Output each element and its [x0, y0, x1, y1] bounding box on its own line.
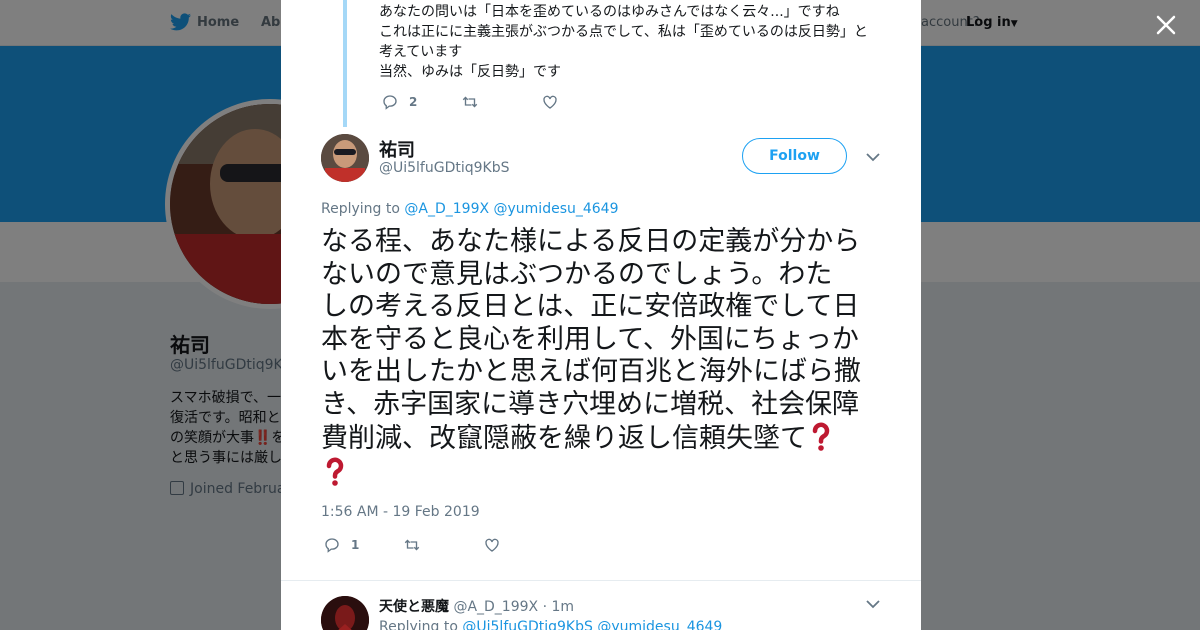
reply-icon	[383, 95, 397, 110]
mention-link[interactable]: @yumidesu_4649	[597, 619, 722, 630]
retweet-button[interactable]	[461, 93, 541, 111]
reply-icon	[325, 538, 339, 553]
parent-tweet-line: 当然、ゆみは「反日勢」です	[379, 64, 561, 80]
replying-label: Replying to	[379, 619, 458, 630]
reply-count: 1	[351, 538, 360, 552]
reply-author-handle[interactable]: @A_D_199X	[453, 599, 538, 615]
tweet-modal: あなたの問いは「日本を歪めているのはゆみさんではなく云々...」ですね これは正…	[281, 0, 921, 630]
like-button[interactable]	[541, 93, 621, 111]
follow-button[interactable]: Follow	[742, 138, 847, 174]
heart-icon	[543, 95, 557, 109]
tweet-line: 費削減、改竄隠蔽を繰り返し信頼失墜て	[321, 421, 891, 456]
tweet-actions: 1	[323, 536, 563, 554]
chevron-down-icon[interactable]	[866, 599, 880, 609]
replying-label: Replying to	[321, 201, 400, 217]
mention-link[interactable]: @yumidesu_4649	[494, 201, 619, 217]
close-icon[interactable]	[1154, 13, 1178, 37]
reply-time[interactable]: · 1m	[543, 599, 574, 615]
author-avatar[interactable]	[321, 134, 369, 182]
tweet-line: なる程、あなた様による反日の定義が分から	[321, 226, 861, 257]
reply-author-avatar[interactable]	[321, 596, 369, 630]
mention-link[interactable]: @Ui5lfuGDtiq9KbS	[462, 619, 593, 630]
tweet-line	[321, 456, 891, 491]
replying-to: Replying to @A_D_199X @yumidesu_4649	[321, 201, 619, 217]
parent-tweet-text: あなたの問いは「日本を歪めているのはゆみさんではなく云々...」ですね これは正…	[379, 2, 889, 82]
author-photo	[321, 134, 369, 182]
parent-tweet-line: 考えています	[379, 44, 463, 60]
parent-tweet-actions: 2	[381, 93, 621, 111]
tweet-line: 本を守ると良心を利用して、外国にちょっか	[321, 323, 859, 355]
tweet-line: いを出したかと思えば何百兆と海外にばら撒	[321, 356, 861, 387]
heart-icon	[485, 538, 499, 552]
tweet-line-text: 費削減、改竄隠蔽を繰り返し信頼失墜て	[321, 423, 807, 454]
retweet-icon	[404, 539, 420, 551]
like-button[interactable]	[483, 536, 563, 554]
divider	[281, 580, 921, 581]
tweet-text: なる程、あなた様による反日の定義が分から ないので意見はぶつかるのでしょう。わた…	[321, 226, 891, 490]
reply-author-name[interactable]: 天使と悪魔	[379, 599, 449, 615]
red-question-mark-icon	[326, 457, 344, 486]
reply-replying-to: Replying to @Ui5lfuGDtiq9KbS @yumidesu_4…	[379, 619, 722, 630]
author-handle[interactable]: @Ui5lfuGDtiq9KbS	[379, 160, 510, 176]
tweet-line: しの考える反日とは、正に安倍政権でして日	[321, 291, 860, 322]
mention-link[interactable]: @A_D_199X	[404, 201, 489, 217]
chevron-down-icon[interactable]	[866, 152, 880, 162]
reply-author-photo	[321, 596, 369, 630]
red-question-mark-icon	[812, 422, 830, 451]
tweet-timestamp[interactable]: 1:56 AM - 19 Feb 2019	[321, 504, 480, 520]
thread-connector	[343, 0, 347, 127]
reply-count: 2	[409, 95, 418, 109]
reply-button[interactable]: 1	[323, 536, 403, 554]
tweet-line: ないので意見はぶつかるのでしょう。わた	[321, 258, 833, 290]
reply-header: 天使と悪魔 @A_D_199X · 1m	[379, 596, 574, 616]
parent-tweet-line: あなたの問いは「日本を歪めているのはゆみさんではなく云々...」ですね	[379, 4, 840, 20]
reply-button[interactable]: 2	[381, 93, 461, 111]
retweet-icon	[462, 96, 478, 108]
author-name[interactable]: 祐司	[379, 136, 415, 162]
retweet-button[interactable]	[403, 536, 483, 554]
parent-tweet-line: これは正にに主義主張がぶつかる点でして、私は「歪めているのは反日勢」と	[379, 24, 868, 40]
tweet-line: き、赤字国家に導き穴埋めに増税、社会保障	[321, 388, 860, 420]
